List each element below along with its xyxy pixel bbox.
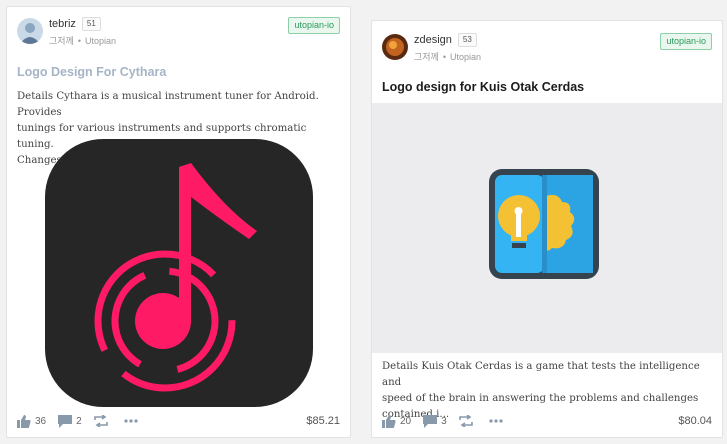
- post-card[interactable]: zdesign 53 그저께 • Utopian utopian-io Logo d…: [371, 20, 723, 438]
- comment-icon: [423, 414, 438, 428]
- payout-value[interactable]: $80.04: [678, 415, 712, 427]
- vote-count: 36: [35, 415, 47, 427]
- comments-button[interactable]: 3: [423, 414, 447, 428]
- post-time[interactable]: 그저께: [414, 52, 439, 62]
- comment-count: 3: [441, 415, 447, 427]
- reputation-badge: 53: [457, 33, 477, 47]
- post-category[interactable]: Utopian: [85, 36, 116, 46]
- reblog-button[interactable]: [93, 415, 112, 427]
- post-meta: tebriz 51 그저께 • Utopian: [49, 17, 117, 46]
- post-category[interactable]: Utopian: [450, 52, 481, 62]
- excerpt-line: speed of the brain in answering the prob…: [382, 393, 699, 404]
- more-icon: [124, 419, 138, 423]
- tag-badge[interactable]: utopian-io: [288, 17, 340, 34]
- music-note-logo-icon[interactable]: [45, 139, 313, 407]
- tag-badge[interactable]: utopian-io: [660, 33, 712, 50]
- more-button[interactable]: [124, 419, 142, 423]
- upvote-button[interactable]: 36: [17, 414, 47, 428]
- upvote-button[interactable]: 20: [382, 414, 412, 428]
- author-name[interactable]: tebriz: [49, 18, 76, 30]
- post-header: zdesign 53 그저께 • Utopian utopian-io: [382, 33, 712, 63]
- post-footer: 20 3 $80.04: [382, 413, 712, 429]
- author-name[interactable]: zdesign: [414, 34, 452, 46]
- post-title[interactable]: Logo design for Kuis Otak Cerdas: [382, 80, 584, 94]
- avatar[interactable]: [382, 34, 408, 60]
- reputation-badge: 51: [81, 17, 101, 31]
- post-footer: 36 2 $85.21: [17, 413, 340, 429]
- comments-button[interactable]: 2: [58, 414, 82, 428]
- excerpt-line: Details Kuis Otak Cerdas is a game that …: [382, 361, 700, 388]
- comment-icon: [58, 414, 73, 428]
- more-icon: [489, 419, 503, 423]
- more-button[interactable]: [489, 419, 507, 423]
- thumbs-up-icon: [17, 414, 31, 428]
- excerpt-line: Details Cythara is a musical instrument …: [17, 91, 319, 118]
- reblog-icon: [93, 415, 108, 427]
- thumbs-up-icon: [382, 414, 396, 428]
- post-title[interactable]: Logo Design For Cythara: [17, 65, 166, 79]
- lightbulb-brain-logo-icon: [489, 169, 599, 279]
- post-meta: zdesign 53 그저께 • Utopian: [414, 33, 482, 62]
- vote-count: 20: [400, 415, 412, 427]
- post-header: tebriz 51 그저께 • Utopian utopian-io: [17, 17, 340, 47]
- reblog-icon: [458, 415, 473, 427]
- avatar[interactable]: [17, 18, 43, 44]
- post-card[interactable]: tebriz 51 그저께 • Utopian utopian-io Logo De…: [6, 6, 351, 438]
- reblog-button[interactable]: [458, 415, 477, 427]
- post-image[interactable]: [372, 103, 722, 353]
- payout-value[interactable]: $85.21: [306, 415, 340, 427]
- comment-count: 2: [76, 415, 82, 427]
- post-time[interactable]: 그저께: [49, 36, 74, 46]
